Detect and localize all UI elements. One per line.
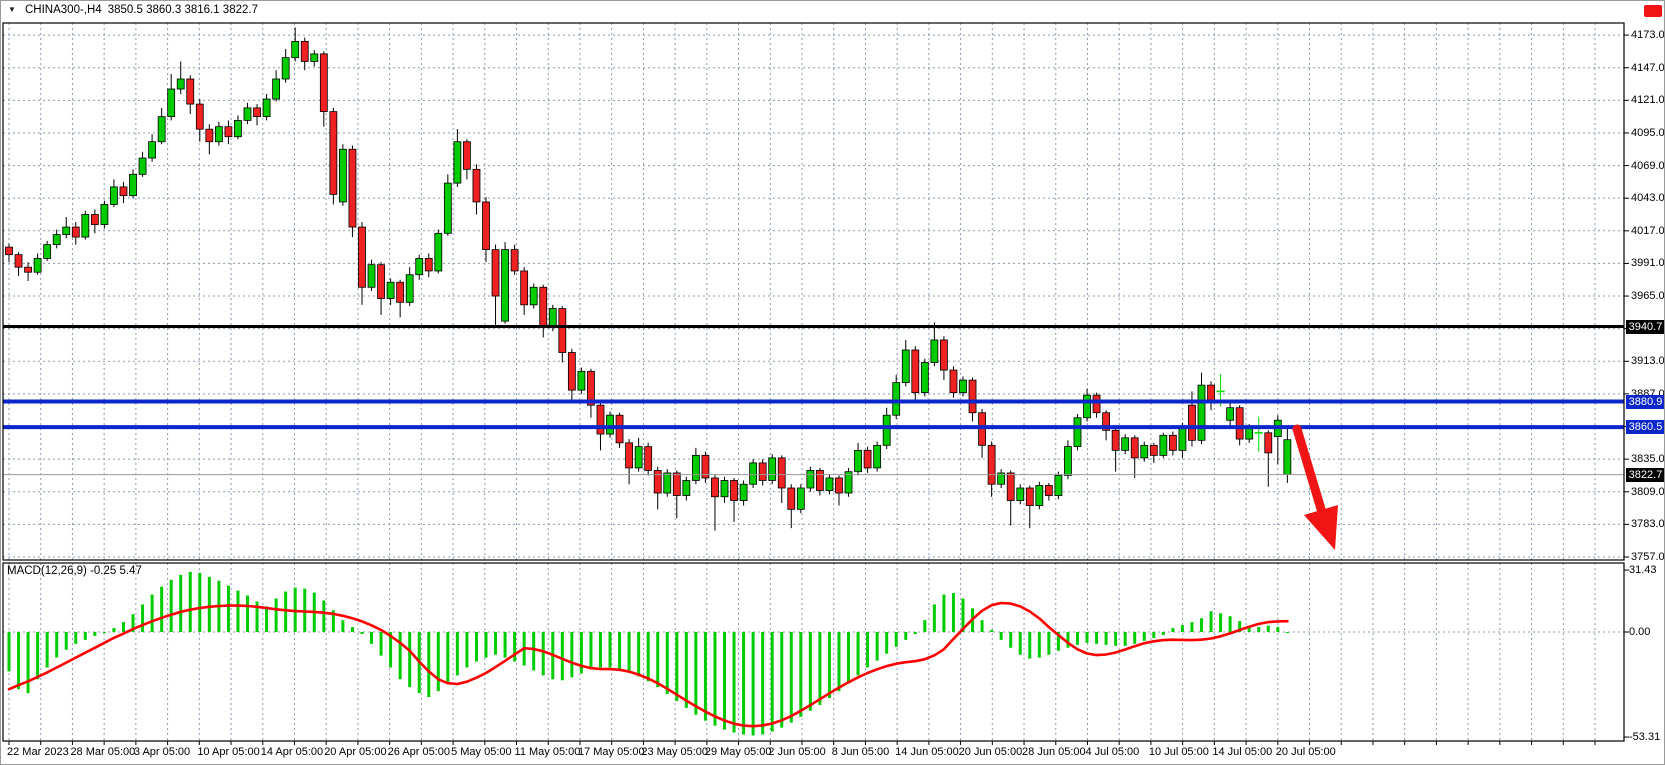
grid-layer — [3, 23, 1624, 741]
time-axis-label: 2 Jun 05:00 — [768, 745, 826, 759]
price-axis-label: 3809.0 — [1631, 485, 1665, 499]
price-axis-label: 3835.0 — [1631, 452, 1665, 466]
time-axis-label: 10 Apr 05:00 — [197, 745, 259, 759]
resistance-badge: 3940.7 — [1626, 320, 1665, 334]
ohlc-values: 3850.5 3860.3 3816.1 3822.7 — [108, 4, 258, 16]
time-axis-label: 3 Apr 05:00 — [134, 745, 190, 759]
time-axis-label: 26 Apr 05:00 — [388, 745, 450, 759]
macd-axis-label: 0.00 — [1629, 625, 1650, 639]
last-price-badge: 3822.7 — [1626, 468, 1665, 482]
macd-indicator-label: MACD(12,26,9) -0.25 5.47 — [7, 565, 142, 577]
time-axis-label: 29 May 05:00 — [705, 745, 772, 759]
macd-axis-label: 31.43 — [1629, 563, 1657, 577]
macd-axis-label: -53.31 — [1629, 730, 1660, 744]
time-axis-label: 20 Jun 05:00 — [959, 745, 1023, 759]
time-axis-label: 23 May 05:00 — [641, 745, 708, 759]
time-axis-label: 17 May 05:00 — [578, 745, 645, 759]
price-axis-label: 3913.0 — [1631, 354, 1665, 368]
price-axis-label: 4147.0 — [1631, 61, 1665, 75]
price-axis-label: 4043.0 — [1631, 191, 1665, 205]
price-axis-label: 4069.0 — [1631, 159, 1665, 173]
time-axis-label: 5 May 05:00 — [451, 745, 512, 759]
panel-borders — [3, 23, 1629, 745]
price-axis-label: 3965.0 — [1631, 289, 1665, 303]
time-axis-label: 14 Jul 05:00 — [1212, 745, 1272, 759]
record-marker — [1644, 5, 1662, 17]
level-badge: 3860.5 — [1626, 420, 1665, 434]
symbol-period-label: CHINA300-,H4 — [25, 4, 102, 16]
time-axis-label: 14 Jun 05:00 — [895, 745, 959, 759]
price-axis-label: 3991.0 — [1631, 256, 1665, 270]
chart-title-bar: ▼ CHINA300-,H4 3850.5 3860.3 3816.1 3822.… — [1, 1, 1621, 22]
time-axis-label: 22 Mar 2023 — [7, 745, 69, 759]
time-axis-label: 14 Apr 05:00 — [261, 745, 323, 759]
time-axis-label: 11 May 05:00 — [515, 745, 581, 759]
candles-layer — [6, 28, 1291, 531]
price-axis-label: 4173.0 — [1631, 28, 1665, 42]
time-axis-label: 8 Jun 05:00 — [832, 745, 890, 759]
price-axis-label: 4095.0 — [1631, 126, 1665, 140]
price-axis-label: 3783.0 — [1631, 517, 1665, 531]
time-axis-label: 28 Mar 05:00 — [70, 745, 135, 759]
price-axis-label: 3757.0 — [1631, 550, 1665, 564]
time-axis-label: 10 Jul 05:00 — [1149, 745, 1209, 759]
price-axis-label: 4017.0 — [1631, 224, 1665, 238]
time-axis-label: 28 Jun 05:00 — [1022, 745, 1086, 759]
sell-arrow-annotation[interactable] — [1297, 429, 1338, 550]
chart-dropdown-icon[interactable]: ▼ — [8, 5, 16, 14]
chart-title: CHINA300-,H4 3850.5 3860.3 3816.1 3822.7 — [25, 4, 264, 16]
mt4-chart-window: ▼ CHINA300-,H4 3850.5 3860.3 3816.1 3822.… — [0, 0, 1665, 765]
time-axis-label: 20 Apr 05:00 — [324, 745, 386, 759]
time-axis-label: 20 Jul 05:00 — [1276, 745, 1336, 759]
time-axis-label: 4 Jul 05:00 — [1085, 745, 1139, 759]
level-badge: 3880.9 — [1626, 395, 1665, 409]
price-axis-label: 4121.0 — [1631, 93, 1665, 107]
chart-canvas[interactable] — [1, 1, 1665, 765]
